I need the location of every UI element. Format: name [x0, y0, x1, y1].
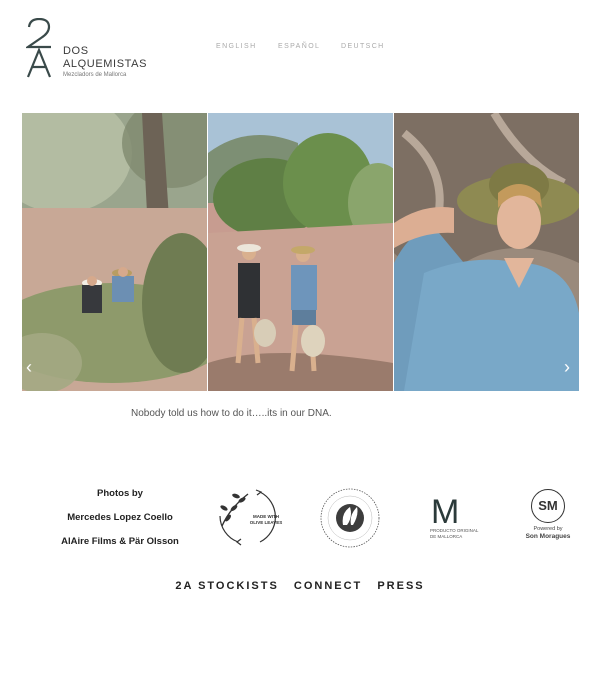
producto-original-badge: M PRODUCTO ORIGINAL DE MALLORCA — [430, 493, 488, 544]
credits-line-2: Mercedes Lopez Coello — [67, 512, 173, 523]
photo-credits: Photos by Mercedes Lopez Coello AlAire F… — [40, 487, 200, 559]
gallery-photo-3 — [394, 113, 579, 391]
sm-logo-icon: SM — [531, 489, 565, 523]
footer-link-stockists[interactable]: 2A STOCKISTS — [175, 580, 278, 592]
lang-deutsch-link[interactable]: DEUTSCH — [341, 43, 385, 50]
gallery-photo-1 — [22, 113, 207, 391]
lang-english-link[interactable]: ENGLISH — [216, 43, 257, 50]
credits-line-3: AlAire Films & Pär Olsson — [61, 536, 179, 547]
brand-name: DOS ALQUEMISTAS — [63, 45, 148, 70]
producto-mark: M — [431, 493, 460, 531]
footer-link-connect[interactable]: CONNECT — [294, 580, 362, 592]
lang-espanol-link[interactable]: ESPAÑOL — [278, 43, 320, 50]
footer-link-press[interactable]: PRESS — [377, 580, 424, 592]
olive-leaves-badge: MADE WITH OLIVE LEAVES — [212, 486, 284, 548]
producto-text-2: DE MALLORCA — [430, 533, 463, 539]
gallery-caption: Nobody told us how to do it…..its in our… — [131, 408, 332, 419]
leaves-seal-icon — [320, 488, 380, 548]
credits-line-1: Photos by — [97, 488, 143, 499]
chevron-left-icon[interactable]: ‹ — [26, 358, 32, 376]
logo-mark-icon — [26, 18, 52, 78]
son-moragues-badge: SM Powered by Son Moragues — [519, 489, 579, 547]
olive-badge-text-2: OLIVE LEAVES — [249, 519, 283, 525]
brand-logo[interactable]: DOS ALQUEMISTAS Mezcladors de Mallorca — [26, 18, 166, 82]
footer-nav: 2A STOCKISTS CONNECT PRESS — [0, 580, 600, 592]
leaves-seal-badge — [319, 487, 381, 549]
sm-text-2: Son Moragues — [525, 533, 571, 540]
brand-tagline: Mezcladors de Mallorca — [63, 72, 127, 78]
gallery-photo-2 — [208, 113, 393, 391]
photo-gallery[interactable]: ‹ › — [22, 113, 579, 391]
chevron-right-icon[interactable]: › — [564, 358, 570, 376]
sm-text-1: Powered by — [533, 526, 563, 532]
